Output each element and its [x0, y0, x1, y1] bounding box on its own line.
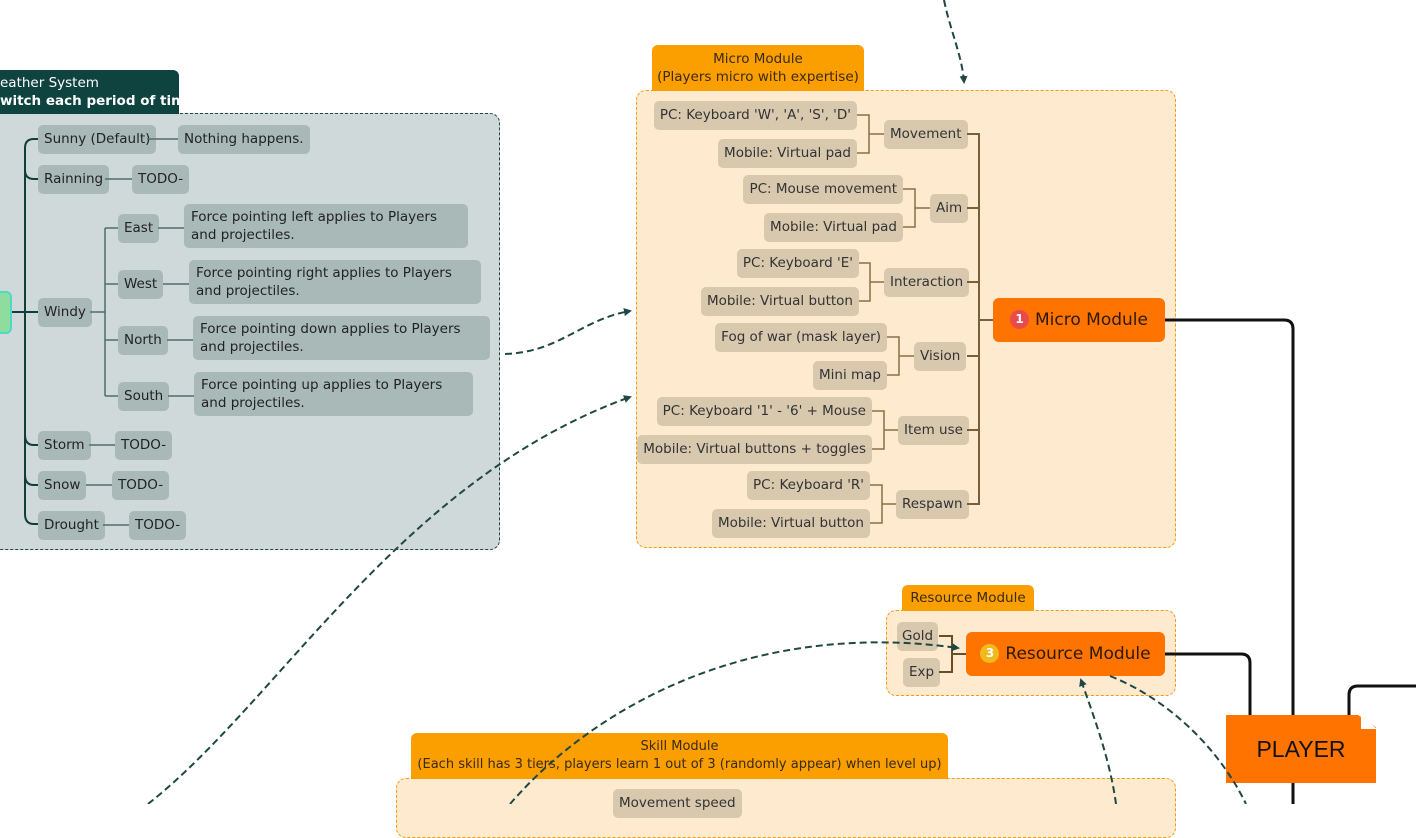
- connector-weather-to-micro: [504, 308, 632, 355]
- item-use-pc[interactable]: PC: Keyboard '1' - '6' + Mouse: [656, 397, 872, 426]
- weather-sunny[interactable]: Sunny (Default): [38, 125, 157, 154]
- weather-windy-south-detail[interactable]: Force pointing up applies to Players and…: [194, 372, 473, 416]
- resource-gold[interactable]: Gold: [897, 622, 939, 651]
- skill-tab-subtitle: (Each skill has 3 tiers, players learn 1…: [417, 757, 942, 772]
- respawn-node[interactable]: Respawn: [896, 490, 969, 519]
- connector-top-to-micro: [943, 0, 968, 84]
- resource-exp[interactable]: Exp: [903, 658, 941, 687]
- weather-sunny-detail[interactable]: Nothing happens.: [178, 125, 310, 154]
- interaction-mobile[interactable]: Mobile: Virtual button: [700, 287, 859, 316]
- weather-windy-east-detail[interactable]: Force pointing left applies to Players a…: [184, 204, 468, 248]
- weather-windy[interactable]: Windy: [38, 298, 92, 327]
- weather-root-node[interactable]: [0, 291, 12, 334]
- player-node[interactable]: PLAYER: [1226, 715, 1376, 783]
- weather-rainning[interactable]: Rainning: [38, 165, 110, 194]
- aim-pc[interactable]: PC: Mouse movement: [743, 175, 903, 204]
- resource-module-node[interactable]: 3 Resource Module: [966, 632, 1165, 676]
- respawn-mobile[interactable]: Mobile: Virtual button: [711, 509, 870, 538]
- movement-pc[interactable]: PC: Keyboard 'W', 'A', 'S', 'D': [653, 101, 857, 130]
- weather-title: eather System: [0, 75, 99, 91]
- weather-rainning-detail[interactable]: TODO-: [132, 165, 190, 194]
- micro-tab-subtitle: (Players micro with expertise): [657, 69, 859, 85]
- priority-1-icon: 1: [1010, 310, 1029, 329]
- skill-module-tab: Skill Module (Each skill has 3 tiers, pl…: [411, 733, 948, 779]
- weather-drought-detail[interactable]: TODO-: [129, 511, 187, 540]
- skill-module-container: [396, 778, 1176, 838]
- movement-mobile[interactable]: Mobile: Virtual pad: [718, 139, 857, 168]
- aim-node[interactable]: Aim: [930, 194, 969, 223]
- vision-minimap[interactable]: Mini map: [813, 361, 887, 390]
- skill-tab-title: Skill Module: [640, 739, 719, 754]
- resource-module-label: Resource Module: [1005, 644, 1151, 664]
- weather-windy-east[interactable]: East: [118, 214, 160, 243]
- weather-windy-west-detail[interactable]: Force pointing right applies to Players …: [189, 260, 481, 304]
- interaction-node[interactable]: Interaction: [884, 268, 970, 297]
- item-use-mobile[interactable]: Mobile: Virtual buttons + toggles: [637, 435, 872, 464]
- weather-snow-detail[interactable]: TODO-: [112, 471, 170, 500]
- weather-windy-north[interactable]: North: [118, 326, 168, 355]
- micro-module-label: Micro Module: [1035, 310, 1148, 330]
- movement-node[interactable]: Movement: [884, 120, 968, 149]
- weather-subtitle: witch each period of time): [0, 93, 201, 109]
- aim-mobile[interactable]: Mobile: Virtual pad: [764, 213, 903, 242]
- vision-fog[interactable]: Fog of war (mask layer): [715, 323, 887, 352]
- weather-windy-north-detail[interactable]: Force pointing down applies to Players a…: [193, 316, 490, 360]
- weather-drought[interactable]: Drought: [38, 511, 105, 540]
- weather-storm-detail[interactable]: TODO-: [115, 431, 173, 460]
- respawn-pc[interactable]: PC: Keyboard 'R': [747, 471, 870, 500]
- micro-module-tab: Micro Module (Players micro with experti…: [652, 45, 864, 91]
- interaction-pc[interactable]: PC: Keyboard 'E': [736, 249, 859, 278]
- weather-system-header: eather System witch each period of time): [0, 70, 201, 114]
- note-fold-icon: [1361, 715, 1377, 729]
- item-use-node[interactable]: Item use: [898, 416, 969, 445]
- priority-3-icon: 3: [980, 644, 1000, 663]
- resource-module-tab: Resource Module: [902, 585, 1034, 611]
- weather-windy-south[interactable]: South: [118, 382, 170, 411]
- weather-windy-west[interactable]: West: [118, 270, 164, 299]
- micro-tab-title: Micro Module: [713, 51, 803, 67]
- micro-module-node[interactable]: 1 Micro Module: [993, 298, 1165, 342]
- weather-snow[interactable]: Snow: [38, 471, 87, 500]
- weather-storm[interactable]: Storm: [38, 431, 91, 460]
- vision-node[interactable]: Vision: [914, 342, 967, 371]
